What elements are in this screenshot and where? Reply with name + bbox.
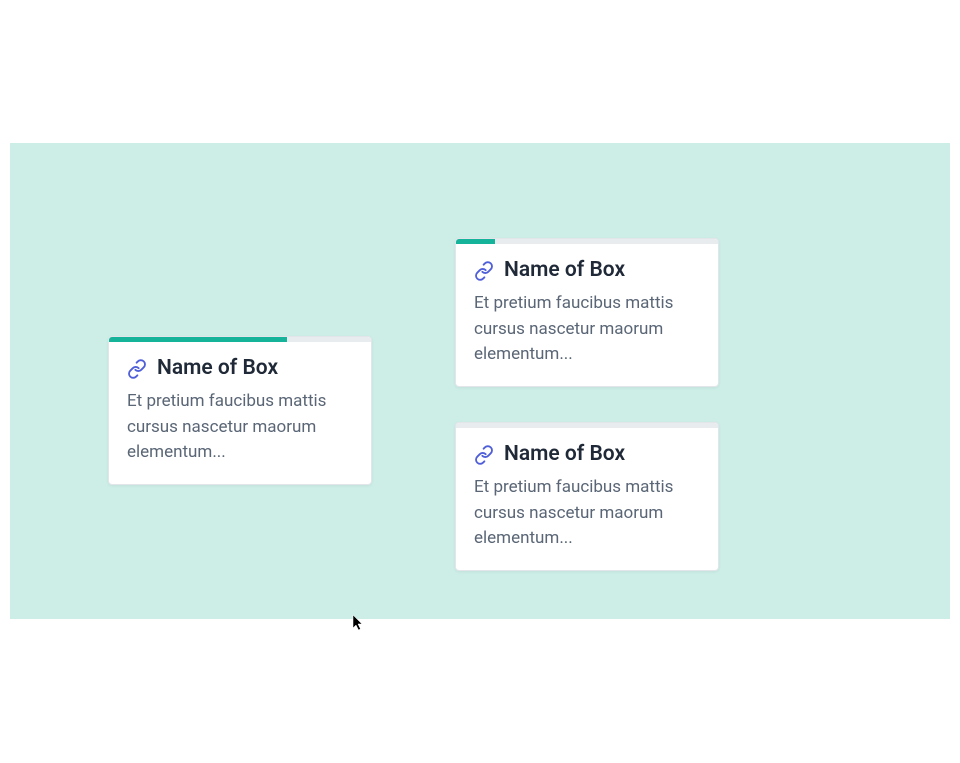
link-icon bbox=[474, 445, 494, 465]
card-description: Et pretium faucibus mattis cursus nascet… bbox=[127, 389, 353, 466]
card-title-row: Name of Box bbox=[127, 356, 353, 381]
box-card[interactable]: Name of Box Et pretium faucibus mattis c… bbox=[108, 336, 372, 485]
card-title-row: Name of Box bbox=[474, 258, 700, 283]
card-title: Name of Box bbox=[504, 442, 625, 467]
progress-track bbox=[109, 337, 371, 342]
card-body: Name of Box Et pretium faucibus mattis c… bbox=[456, 244, 718, 386]
card-description: Et pretium faucibus mattis cursus nascet… bbox=[474, 475, 700, 552]
card-title: Name of Box bbox=[504, 258, 625, 283]
box-card[interactable]: Name of Box Et pretium faucibus mattis c… bbox=[455, 422, 719, 571]
card-title: Name of Box bbox=[157, 356, 278, 381]
progress-fill bbox=[109, 337, 287, 342]
card-description: Et pretium faucibus mattis cursus nascet… bbox=[474, 291, 700, 368]
link-icon bbox=[474, 261, 494, 281]
box-card[interactable]: Name of Box Et pretium faucibus mattis c… bbox=[455, 238, 719, 387]
progress-fill bbox=[456, 239, 495, 244]
link-icon bbox=[127, 359, 147, 379]
card-body: Name of Box Et pretium faucibus mattis c… bbox=[456, 428, 718, 570]
progress-track bbox=[456, 423, 718, 428]
card-title-row: Name of Box bbox=[474, 442, 700, 467]
card-body: Name of Box Et pretium faucibus mattis c… bbox=[109, 342, 371, 484]
progress-track bbox=[456, 239, 718, 244]
